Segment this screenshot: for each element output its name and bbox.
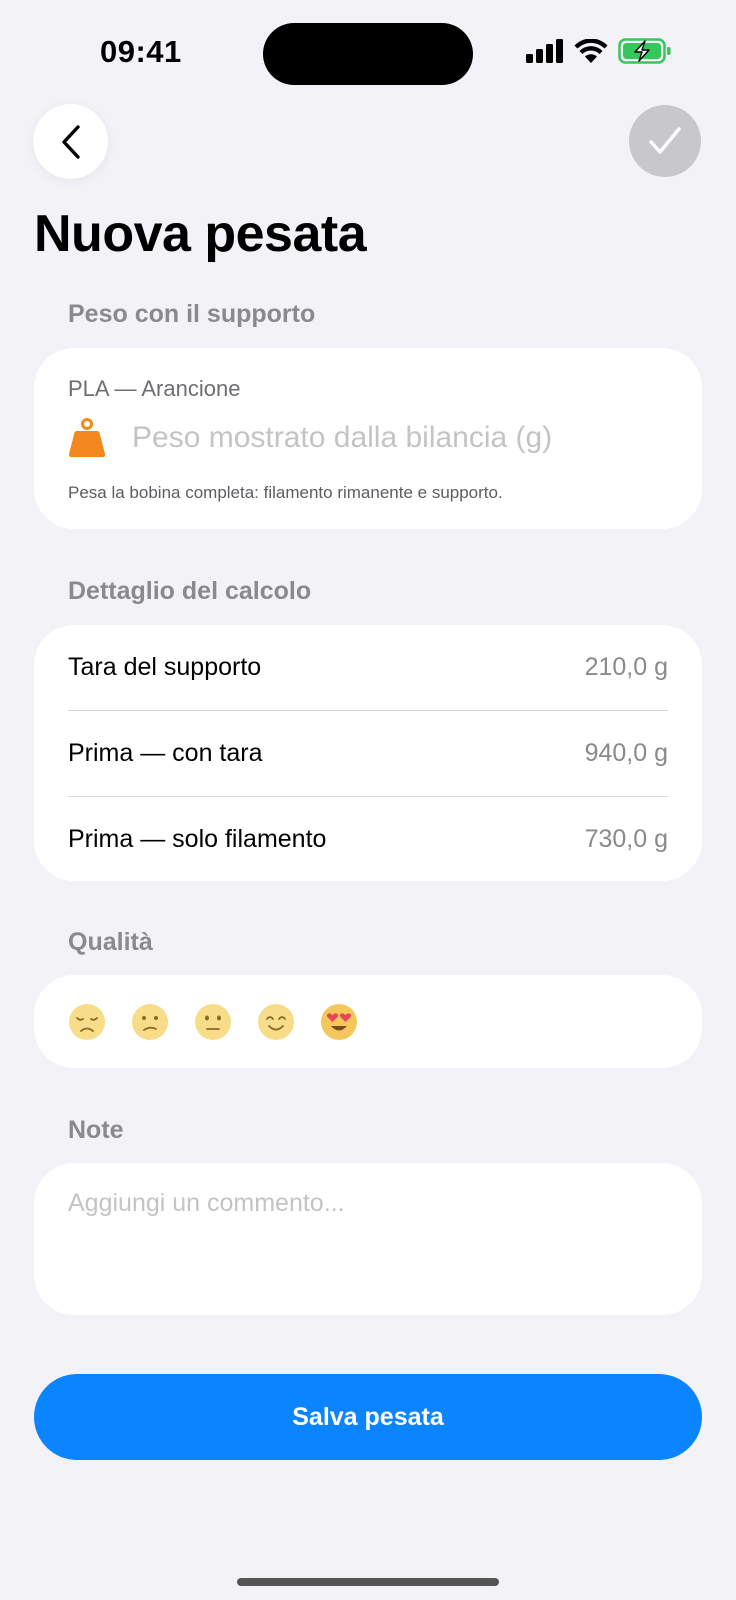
weight-card: PLA — Arancione Pesa la bobina completa:…	[34, 348, 702, 529]
calc-row-value: 730,0 g	[584, 825, 668, 853]
weight-section-label: Peso con il supporto	[68, 300, 316, 328]
calc-row-tare: Tara del supporto 210,0 g	[68, 625, 668, 710]
calc-row-label: Prima — solo filamento	[68, 825, 327, 853]
done-button[interactable]	[629, 105, 701, 177]
calc-row-before-filament-only: Prima — solo filamento 730,0 g	[68, 797, 668, 882]
weight-hint: Pesa la bobina completa: filamento riman…	[68, 483, 503, 502]
calc-row-value: 940,0 g	[584, 739, 668, 767]
quality-section-label: Qualità	[68, 928, 153, 956]
smiling-face-icon[interactable]	[257, 1003, 295, 1041]
spool-name: PLA — Arancione	[68, 376, 241, 401]
new-weighing-screen: 09:41 Nuova pesata Peso con il supporto …	[0, 0, 736, 1600]
notes-section-label: Note	[68, 1116, 124, 1144]
heart-eyes-face-icon[interactable]	[320, 1003, 358, 1041]
quality-card	[34, 975, 702, 1068]
save-weighing-button[interactable]: Salva pesata	[34, 1374, 702, 1460]
calc-row-label: Prima — con tara	[68, 739, 263, 767]
home-indicator	[237, 1578, 499, 1586]
battery-charging-icon	[618, 38, 671, 64]
disappointed-face-icon[interactable]	[68, 1003, 106, 1041]
calc-row-before-with-tare: Prima — con tara 940,0 g	[68, 711, 668, 796]
scale-weight-icon	[68, 418, 106, 457]
wifi-icon	[574, 38, 608, 63]
notes-card	[34, 1163, 702, 1315]
weight-input-row	[68, 418, 652, 458]
cellular-signal-icon	[526, 39, 563, 63]
neutral-face-icon[interactable]	[194, 1003, 232, 1041]
calc-row-value: 210,0 g	[584, 653, 668, 681]
calc-section-label: Dettaglio del calcolo	[68, 577, 312, 605]
status-time: 09:41	[100, 34, 182, 69]
weight-input[interactable]	[132, 421, 652, 455]
back-button[interactable]	[33, 104, 108, 179]
chevron-left-icon	[61, 124, 80, 159]
status-icons	[526, 38, 672, 64]
calc-row-label: Tara del supporto	[68, 653, 262, 681]
notes-input[interactable]	[68, 1189, 668, 1289]
checkmark-icon	[649, 127, 681, 154]
calc-card: Tara del supporto 210,0 g Prima — con ta…	[34, 625, 702, 881]
dynamic-island	[263, 23, 473, 85]
confused-face-icon[interactable]	[131, 1003, 169, 1041]
page-title: Nuova pesata	[34, 205, 367, 263]
